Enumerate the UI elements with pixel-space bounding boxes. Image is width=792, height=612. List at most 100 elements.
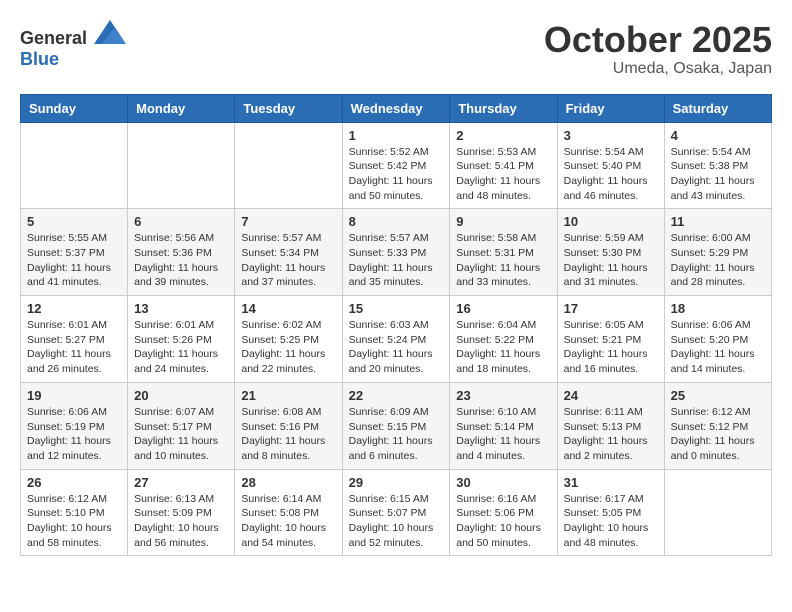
weekday-header-row: SundayMondayTuesdayWednesdayThursdayFrid… (21, 94, 772, 122)
day-number: 25 (671, 388, 765, 403)
day-info: Sunrise: 6:01 AM Sunset: 5:26 PM Dayligh… (134, 318, 228, 377)
day-info: Sunrise: 6:06 AM Sunset: 5:20 PM Dayligh… (671, 318, 765, 377)
calendar-cell: 23 Sunrise: 6:10 AM Sunset: 5:14 PM Dayli… (450, 382, 557, 469)
calendar-cell: 3 Sunrise: 5:54 AM Sunset: 5:40 PM Daylig… (557, 122, 664, 209)
calendar-table: SundayMondayTuesdayWednesdayThursdayFrid… (20, 94, 772, 557)
day-number: 7 (241, 214, 335, 229)
weekday-header-tuesday: Tuesday (235, 94, 342, 122)
calendar-cell: 9Sunrise: 5:58 AM Sunset: 5:31 PM Daylig… (450, 209, 557, 296)
day-info: Sunrise: 6:14 AM Sunset: 5:08 PM Dayligh… (241, 492, 335, 551)
day-info: Sunrise: 6:15 AM Sunset: 5:07 PM Dayligh… (349, 492, 444, 551)
day-info: Sunrise: 6:01 AM Sunset: 5:27 PM Dayligh… (27, 318, 121, 377)
calendar-cell: 16Sunrise: 6:04 AM Sunset: 5:22 PM Dayli… (450, 296, 557, 383)
day-info: Sunrise: 5:52 AM Sunset: 5:42 PM Dayligh… (349, 145, 444, 204)
calendar-cell: 19Sunrise: 6:06 AM Sunset: 5:19 PM Dayli… (21, 382, 128, 469)
day-info: Sunrise: 6:11 AM Sunset: 5:13 PM Dayligh… (564, 405, 658, 464)
day-number: 13 (134, 301, 228, 316)
calendar-cell: 21 Sunrise: 6:08 AM Sunset: 5:16 PM Dayli… (235, 382, 342, 469)
day-info: Sunrise: 6:03 AM Sunset: 5:24 PM Dayligh… (349, 318, 444, 377)
day-number: 18 (671, 301, 765, 316)
day-number: 17 (564, 301, 658, 316)
day-number: 1 (349, 128, 444, 143)
calendar-cell: 24 Sunrise: 6:11 AM Sunset: 5:13 PM Dayli… (557, 382, 664, 469)
calendar-cell (235, 122, 342, 209)
day-number: 14 (241, 301, 335, 316)
day-number: 27 (134, 475, 228, 490)
month-title: October 2025 (544, 20, 772, 60)
day-number: 22 (349, 388, 444, 403)
day-info: Sunrise: 6:16 AM Sunset: 5:06 PM Dayligh… (456, 492, 550, 551)
day-info: Sunrise: 6:05 AM Sunset: 5:21 PM Dayligh… (564, 318, 658, 377)
calendar-cell: 10 Sunrise: 5:59 AM Sunset: 5:30 PM Dayli… (557, 209, 664, 296)
day-number: 30 (456, 475, 550, 490)
calendar-cell: 13 Sunrise: 6:01 AM Sunset: 5:26 PM Dayli… (128, 296, 235, 383)
day-number: 29 (349, 475, 444, 490)
day-info: Sunrise: 5:54 AM Sunset: 5:40 PM Dayligh… (564, 145, 658, 204)
calendar-cell: 7Sunrise: 5:57 AM Sunset: 5:34 PM Daylig… (235, 209, 342, 296)
logo-general: General (20, 28, 87, 48)
calendar-cell: 2Sunrise: 5:53 AM Sunset: 5:41 PM Daylig… (450, 122, 557, 209)
day-info: Sunrise: 5:54 AM Sunset: 5:38 PM Dayligh… (671, 145, 765, 204)
title-block: October 2025 Umeda, Osaka, Japan (544, 20, 772, 78)
calendar-cell: 15 Sunrise: 6:03 AM Sunset: 5:24 PM Dayli… (342, 296, 450, 383)
day-number: 5 (27, 214, 121, 229)
day-number: 12 (27, 301, 121, 316)
day-number: 9 (456, 214, 550, 229)
calendar-cell: 5 Sunrise: 5:55 AM Sunset: 5:37 PM Daylig… (21, 209, 128, 296)
calendar-cell (664, 469, 771, 556)
calendar-cell: 11 Sunrise: 6:00 AM Sunset: 5:29 PM Dayli… (664, 209, 771, 296)
day-number: 4 (671, 128, 765, 143)
day-info: Sunrise: 6:08 AM Sunset: 5:16 PM Dayligh… (241, 405, 335, 464)
calendar-cell: 8 Sunrise: 5:57 AM Sunset: 5:33 PM Daylig… (342, 209, 450, 296)
day-number: 15 (349, 301, 444, 316)
week-row-2: 5 Sunrise: 5:55 AM Sunset: 5:37 PM Daylig… (21, 209, 772, 296)
day-info: Sunrise: 5:57 AM Sunset: 5:33 PM Dayligh… (349, 231, 444, 290)
location: Umeda, Osaka, Japan (544, 60, 772, 78)
week-row-1: 1 Sunrise: 5:52 AM Sunset: 5:42 PM Daylig… (21, 122, 772, 209)
weekday-header-sunday: Sunday (21, 94, 128, 122)
day-number: 11 (671, 214, 765, 229)
calendar-cell: 29 Sunrise: 6:15 AM Sunset: 5:07 PM Dayli… (342, 469, 450, 556)
day-info: Sunrise: 5:55 AM Sunset: 5:37 PM Dayligh… (27, 231, 121, 290)
day-number: 6 (134, 214, 228, 229)
day-info: Sunrise: 5:59 AM Sunset: 5:30 PM Dayligh… (564, 231, 658, 290)
day-number: 23 (456, 388, 550, 403)
calendar-cell: 17 Sunrise: 6:05 AM Sunset: 5:21 PM Dayli… (557, 296, 664, 383)
calendar-cell: 30 Sunrise: 6:16 AM Sunset: 5:06 PM Dayli… (450, 469, 557, 556)
day-info: Sunrise: 6:13 AM Sunset: 5:09 PM Dayligh… (134, 492, 228, 551)
week-row-4: 19Sunrise: 6:06 AM Sunset: 5:19 PM Dayli… (21, 382, 772, 469)
logo-text: General Blue (20, 20, 126, 70)
weekday-header-monday: Monday (128, 94, 235, 122)
calendar-cell: 6 Sunrise: 5:56 AM Sunset: 5:36 PM Daylig… (128, 209, 235, 296)
calendar-cell (128, 122, 235, 209)
calendar-cell: 27 Sunrise: 6:13 AM Sunset: 5:09 PM Dayli… (128, 469, 235, 556)
day-number: 16 (456, 301, 550, 316)
day-info: Sunrise: 5:56 AM Sunset: 5:36 PM Dayligh… (134, 231, 228, 290)
day-info: Sunrise: 6:10 AM Sunset: 5:14 PM Dayligh… (456, 405, 550, 464)
weekday-header-friday: Friday (557, 94, 664, 122)
day-info: Sunrise: 6:12 AM Sunset: 5:10 PM Dayligh… (27, 492, 121, 551)
logo-icon (94, 20, 126, 44)
weekday-header-saturday: Saturday (664, 94, 771, 122)
calendar-cell: 18 Sunrise: 6:06 AM Sunset: 5:20 PM Dayli… (664, 296, 771, 383)
day-number: 3 (564, 128, 658, 143)
day-info: Sunrise: 5:53 AM Sunset: 5:41 PM Dayligh… (456, 145, 550, 204)
calendar-cell (21, 122, 128, 209)
day-number: 10 (564, 214, 658, 229)
day-number: 8 (349, 214, 444, 229)
day-info: Sunrise: 6:06 AM Sunset: 5:19 PM Dayligh… (27, 405, 121, 464)
calendar-cell: 22Sunrise: 6:09 AM Sunset: 5:15 PM Dayli… (342, 382, 450, 469)
day-number: 28 (241, 475, 335, 490)
day-info: Sunrise: 6:00 AM Sunset: 5:29 PM Dayligh… (671, 231, 765, 290)
calendar-cell: 25Sunrise: 6:12 AM Sunset: 5:12 PM Dayli… (664, 382, 771, 469)
week-row-5: 26Sunrise: 6:12 AM Sunset: 5:10 PM Dayli… (21, 469, 772, 556)
day-info: Sunrise: 6:02 AM Sunset: 5:25 PM Dayligh… (241, 318, 335, 377)
logo-blue: Blue (20, 49, 59, 69)
day-number: 21 (241, 388, 335, 403)
calendar-cell: 28 Sunrise: 6:14 AM Sunset: 5:08 PM Dayli… (235, 469, 342, 556)
logo: General Blue (20, 20, 126, 70)
day-number: 24 (564, 388, 658, 403)
calendar-cell: 4 Sunrise: 5:54 AM Sunset: 5:38 PM Daylig… (664, 122, 771, 209)
page-header: General Blue October 2025 Umeda, Osaka, … (20, 20, 772, 78)
calendar-cell: 14 Sunrise: 6:02 AM Sunset: 5:25 PM Dayli… (235, 296, 342, 383)
